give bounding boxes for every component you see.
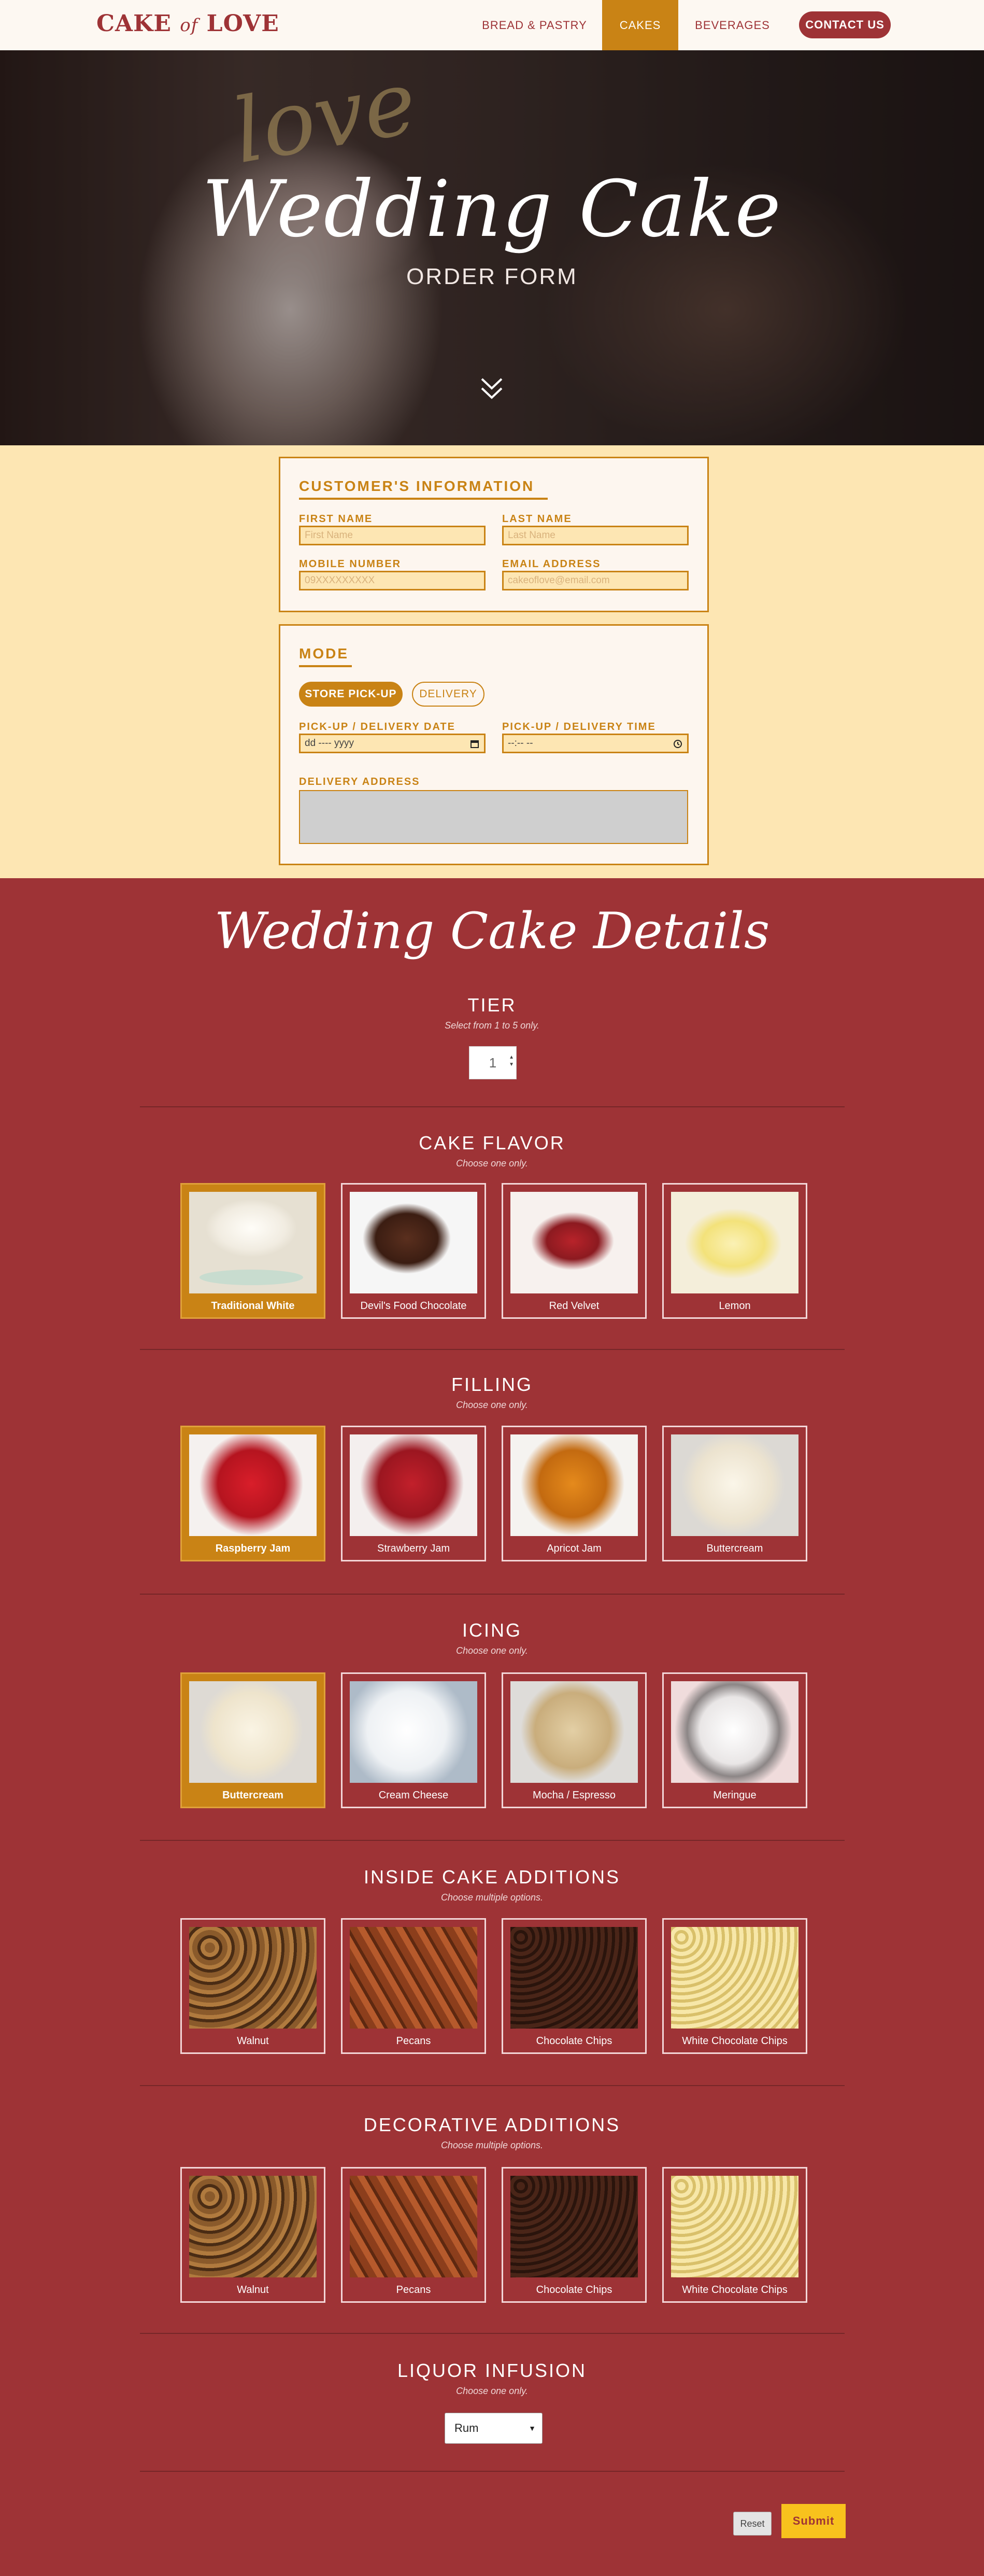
- flavor-subtext: Choose one only.: [456, 1158, 528, 1169]
- inside-option-chocolate-chips[interactable]: Chocolate Chips: [502, 1918, 647, 2054]
- delivery-toggle[interactable]: DELIVERY: [412, 682, 484, 707]
- inside-additions-subtext: Choose multiple options.: [440, 1892, 544, 1903]
- nav-bread-pastry[interactable]: BREAD & PASTRY: [476, 0, 593, 50]
- first-name-label: FIRST NAME: [299, 513, 373, 525]
- inside-option-white-chocolate-chips[interactable]: White Chocolate Chips: [662, 1918, 807, 2054]
- cake-image: [671, 1192, 798, 1293]
- decorative-option-white-chocolate-chips[interactable]: White Chocolate Chips: [662, 2167, 807, 2303]
- mode-card: MODE STORE PICK-UP DELIVERY PICK-UP / DE…: [279, 624, 709, 865]
- jam-image: [510, 1434, 638, 1536]
- icing-option-cream-cheese[interactable]: Cream Cheese: [341, 1672, 486, 1808]
- time-input[interactable]: --:-- --: [502, 734, 689, 753]
- site-logo[interactable]: CAKE of LOVE: [96, 10, 279, 37]
- last-name-input[interactable]: Last Name: [502, 526, 689, 545]
- delivery-address-textarea[interactable]: [299, 790, 688, 844]
- decorative-option-pecans[interactable]: Pecans: [341, 2167, 486, 2303]
- store-pickup-toggle[interactable]: STORE PICK-UP: [299, 682, 403, 707]
- time-label: PICK-UP / DELIVERY TIME: [502, 721, 656, 733]
- walnut-image: [189, 2176, 317, 2277]
- decorative-option-walnut[interactable]: Walnut: [180, 2167, 325, 2303]
- buttercream-image: [671, 1434, 798, 1536]
- filling-subtext: Choose one only.: [456, 1400, 528, 1410]
- hero-title: Wedding Cake: [202, 164, 782, 255]
- inside-option-walnut[interactable]: Walnut: [180, 1918, 325, 2054]
- reset-button[interactable]: Reset: [733, 2512, 772, 2536]
- first-name-input[interactable]: First Name: [299, 526, 486, 545]
- icing-heading: ICING: [462, 1620, 522, 1641]
- white-chocolate-chips-image: [671, 2176, 798, 2277]
- inside-additions-heading: INSIDE CAKE ADDITIONS: [363, 1866, 621, 1888]
- tier-heading: TIER: [467, 994, 517, 1016]
- flavor-option-devils-food[interactable]: Devil's Food Chocolate: [341, 1183, 486, 1319]
- flavor-heading: CAKE FLAVOR: [419, 1132, 565, 1153]
- email-address-input[interactable]: cakeoflove@email.com: [502, 571, 689, 590]
- details-title: Wedding Cake Details: [214, 902, 770, 960]
- chocolate-chips-image: [510, 1927, 638, 2029]
- buttercream-image: [189, 1681, 317, 1783]
- chevron-down-icon: ▼: [529, 2424, 536, 2432]
- tier-number-input[interactable]: 1 ▲ ▼: [469, 1046, 517, 1079]
- meringue-image: [671, 1681, 798, 1783]
- tier-subtext: Select from 1 to 5 only.: [445, 1020, 539, 1031]
- cake-image: [350, 1192, 477, 1293]
- customer-info-heading: CUSTOMER'S INFORMATION: [299, 478, 535, 494]
- liquor-select[interactable]: Rum ▼: [445, 2413, 543, 2444]
- cream-cheese-image: [350, 1681, 477, 1783]
- mobile-number-label: MOBILE NUMBER: [299, 558, 402, 570]
- date-label: PICK-UP / DELIVERY DATE: [299, 721, 455, 733]
- inside-option-pecans[interactable]: Pecans: [341, 1918, 486, 2054]
- white-chocolate-chips-image: [671, 1927, 798, 2029]
- flavor-option-traditional-white[interactable]: Traditional White: [180, 1183, 325, 1319]
- icing-option-buttercream[interactable]: Buttercream: [180, 1672, 325, 1808]
- submit-button[interactable]: Submit: [781, 2504, 846, 2538]
- cake-image: [510, 1192, 638, 1293]
- liquor-subtext: Choose one only.: [456, 2386, 528, 2396]
- hero-banner: love Wedding Cake ORDER FORM: [0, 50, 984, 445]
- mobile-number-input[interactable]: 09XXXXXXXXX: [299, 571, 486, 590]
- filling-option-apricot-jam[interactable]: Apricot Jam: [502, 1426, 647, 1561]
- delivery-address-label: DELIVERY ADDRESS: [299, 776, 420, 787]
- filling-option-strawberry-jam[interactable]: Strawberry Jam: [341, 1426, 486, 1561]
- icing-option-meringue[interactable]: Meringue: [662, 1672, 807, 1808]
- chocolate-chips-image: [510, 2176, 638, 2277]
- double-chevron-down-icon[interactable]: [480, 376, 504, 402]
- email-address-label: EMAIL ADDRESS: [502, 558, 601, 570]
- jam-image: [350, 1434, 477, 1536]
- calendar-icon[interactable]: [469, 739, 480, 749]
- decorative-additions-subtext: Choose multiple options.: [440, 2140, 544, 2150]
- flavor-option-lemon[interactable]: Lemon: [662, 1183, 807, 1319]
- clock-icon[interactable]: [673, 739, 683, 749]
- spinner-arrows-icon[interactable]: ▲ ▼: [509, 1054, 514, 1068]
- nav-cakes[interactable]: CAKES: [602, 0, 678, 50]
- contact-us-button[interactable]: CONTACT US: [799, 11, 891, 38]
- decorative-additions-heading: DECORATIVE ADDITIONS: [363, 2114, 621, 2135]
- decorative-option-chocolate-chips[interactable]: Chocolate Chips: [502, 2167, 647, 2303]
- cake-image: [189, 1192, 317, 1293]
- icing-subtext: Choose one only.: [456, 1645, 528, 1656]
- icing-option-mocha-espresso[interactable]: Mocha / Espresso: [502, 1672, 647, 1808]
- customer-section: CUSTOMER'S INFORMATION FIRST NAME First …: [0, 445, 984, 878]
- hero-subtitle: ORDER FORM: [406, 264, 578, 289]
- walnut-image: [189, 1927, 317, 2029]
- pecans-image: [350, 1927, 477, 2029]
- last-name-label: LAST NAME: [502, 513, 572, 525]
- filling-heading: FILLING: [451, 1374, 533, 1395]
- flavor-option-red-velvet[interactable]: Red Velvet: [502, 1183, 647, 1319]
- jam-image: [189, 1434, 317, 1536]
- nav-beverages[interactable]: BEVERAGES: [687, 0, 778, 50]
- filling-option-raspberry-jam[interactable]: Raspberry Jam: [180, 1426, 325, 1561]
- pecans-image: [350, 2176, 477, 2277]
- liquor-heading: LIQUOR INFUSION: [397, 2360, 587, 2381]
- date-input[interactable]: dd ---- yyyy: [299, 734, 486, 753]
- customer-info-card: CUSTOMER'S INFORMATION FIRST NAME First …: [279, 457, 709, 612]
- mode-heading: MODE: [299, 645, 349, 661]
- filling-option-buttercream[interactable]: Buttercream: [662, 1426, 807, 1561]
- mocha-image: [510, 1681, 638, 1783]
- top-navbar: CAKE of LOVE BREAD & PASTRY CAKES BEVERA…: [0, 0, 984, 50]
